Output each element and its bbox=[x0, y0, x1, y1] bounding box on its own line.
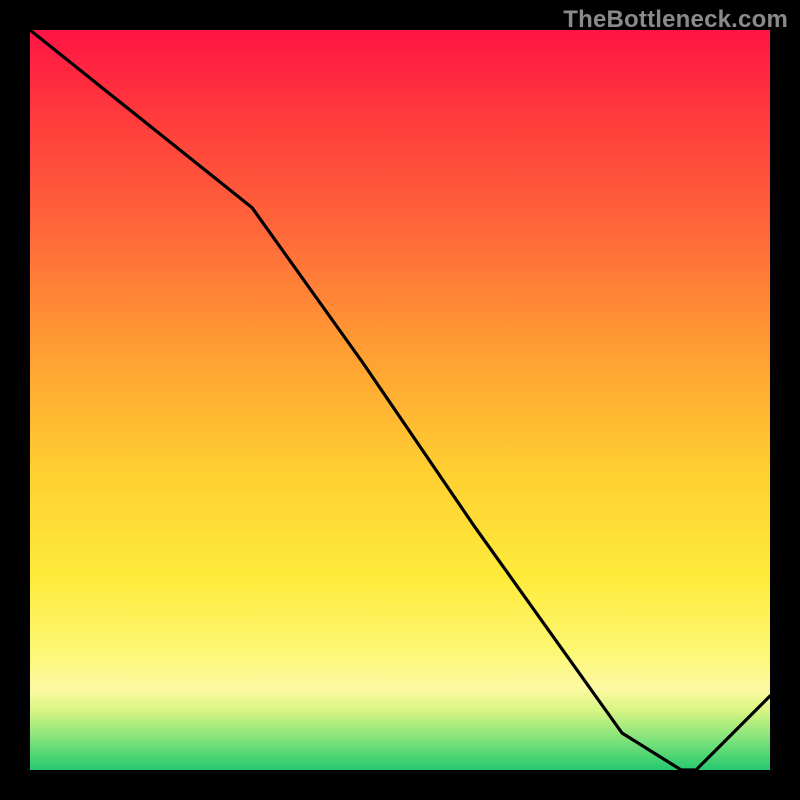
chart-svg bbox=[30, 30, 770, 770]
plot-area bbox=[30, 30, 770, 770]
chart-stage: TheBottleneck.com bbox=[0, 0, 800, 800]
bottleneck-line bbox=[30, 30, 770, 770]
